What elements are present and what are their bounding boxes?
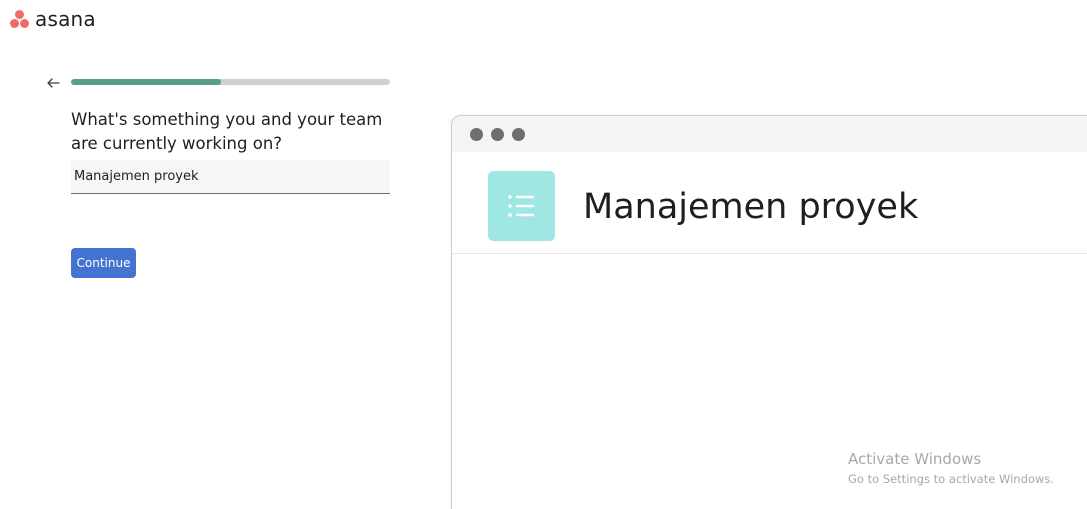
progress-bar-fill bbox=[71, 79, 221, 85]
window-dot-icon bbox=[491, 127, 504, 141]
project-header: Manajemen proyek bbox=[452, 152, 1087, 254]
question-heading: What's something you and your team are c… bbox=[71, 110, 383, 153]
asana-logo-icon bbox=[9, 9, 31, 29]
asana-logo[interactable]: asana bbox=[9, 7, 96, 31]
onboarding-page: asana What's something you and your team… bbox=[0, 0, 1087, 509]
activate-windows-watermark: Activate Windows Go to Settings to activ… bbox=[848, 449, 1054, 487]
watermark-subtitle: Go to Settings to activate Windows. bbox=[848, 472, 1054, 486]
back-arrow-icon[interactable] bbox=[44, 74, 62, 92]
watermark-title: Activate Windows bbox=[848, 450, 982, 468]
continue-button[interactable]: Continue bbox=[71, 248, 136, 278]
window-dot-icon bbox=[512, 127, 525, 141]
window-titlebar bbox=[452, 116, 1087, 152]
list-icon bbox=[488, 171, 555, 241]
project-title: Manajemen proyek bbox=[583, 187, 919, 227]
logo-text: asana bbox=[35, 7, 96, 31]
progress-bar bbox=[71, 79, 390, 85]
work-answer-input[interactable] bbox=[71, 160, 390, 194]
window-dot-icon bbox=[470, 127, 483, 141]
